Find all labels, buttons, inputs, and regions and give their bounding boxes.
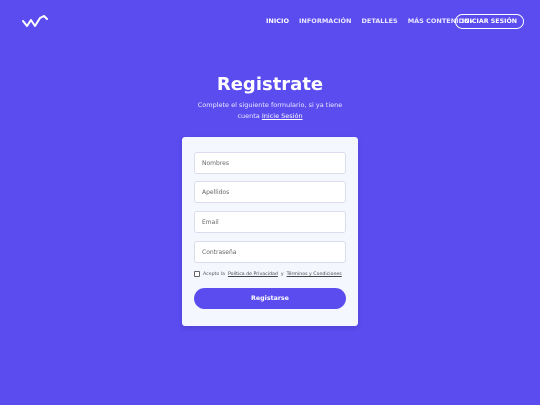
nav-item-informacion[interactable]: INFORMACIÓN xyxy=(299,17,351,25)
login-link[interactable]: Inicie Sesión xyxy=(262,112,303,120)
nav-item-detalles[interactable]: DETALLES xyxy=(361,17,397,25)
login-button[interactable]: INICIAR SESIÓN xyxy=(455,14,524,29)
terms-row: Acepto la Política de Privacidad y Térmi… xyxy=(194,271,342,277)
password-input[interactable] xyxy=(194,241,346,263)
first-name-input[interactable] xyxy=(194,152,346,174)
page-title: Registrate xyxy=(216,74,324,95)
wave-logo-icon[interactable] xyxy=(22,15,48,29)
terms-conditions-link[interactable]: Términos y Condiciones xyxy=(287,272,342,277)
register-form: Acepto la Política de Privacidad y Térmi… xyxy=(182,137,358,326)
nav-item-inicio[interactable]: INICIO xyxy=(266,17,289,25)
last-name-input[interactable] xyxy=(194,181,346,203)
register-button[interactable]: Registarse xyxy=(194,288,346,309)
subtitle-line-2: cuenta Inicie Sesión xyxy=(170,111,370,122)
navbar: INICIO INFORMACIÓN DETALLES MÁS CONTENID… xyxy=(0,0,540,44)
page-subtitle: Complete el siguiente formulario, si ya … xyxy=(170,100,370,121)
subtitle-prefix: cuenta xyxy=(237,111,260,120)
terms-prefix: Acepto la xyxy=(203,271,225,277)
email-input[interactable] xyxy=(194,211,346,233)
main-nav: INICIO INFORMACIÓN DETALLES MÁS CONTENID… xyxy=(266,17,473,25)
terms-checkbox[interactable] xyxy=(194,271,200,277)
terms-conjunction: y xyxy=(280,271,284,277)
subtitle-line-1: Complete el siguiente formulario, si ya … xyxy=(197,101,343,109)
privacy-policy-link[interactable]: Política de Privacidad xyxy=(228,272,278,277)
